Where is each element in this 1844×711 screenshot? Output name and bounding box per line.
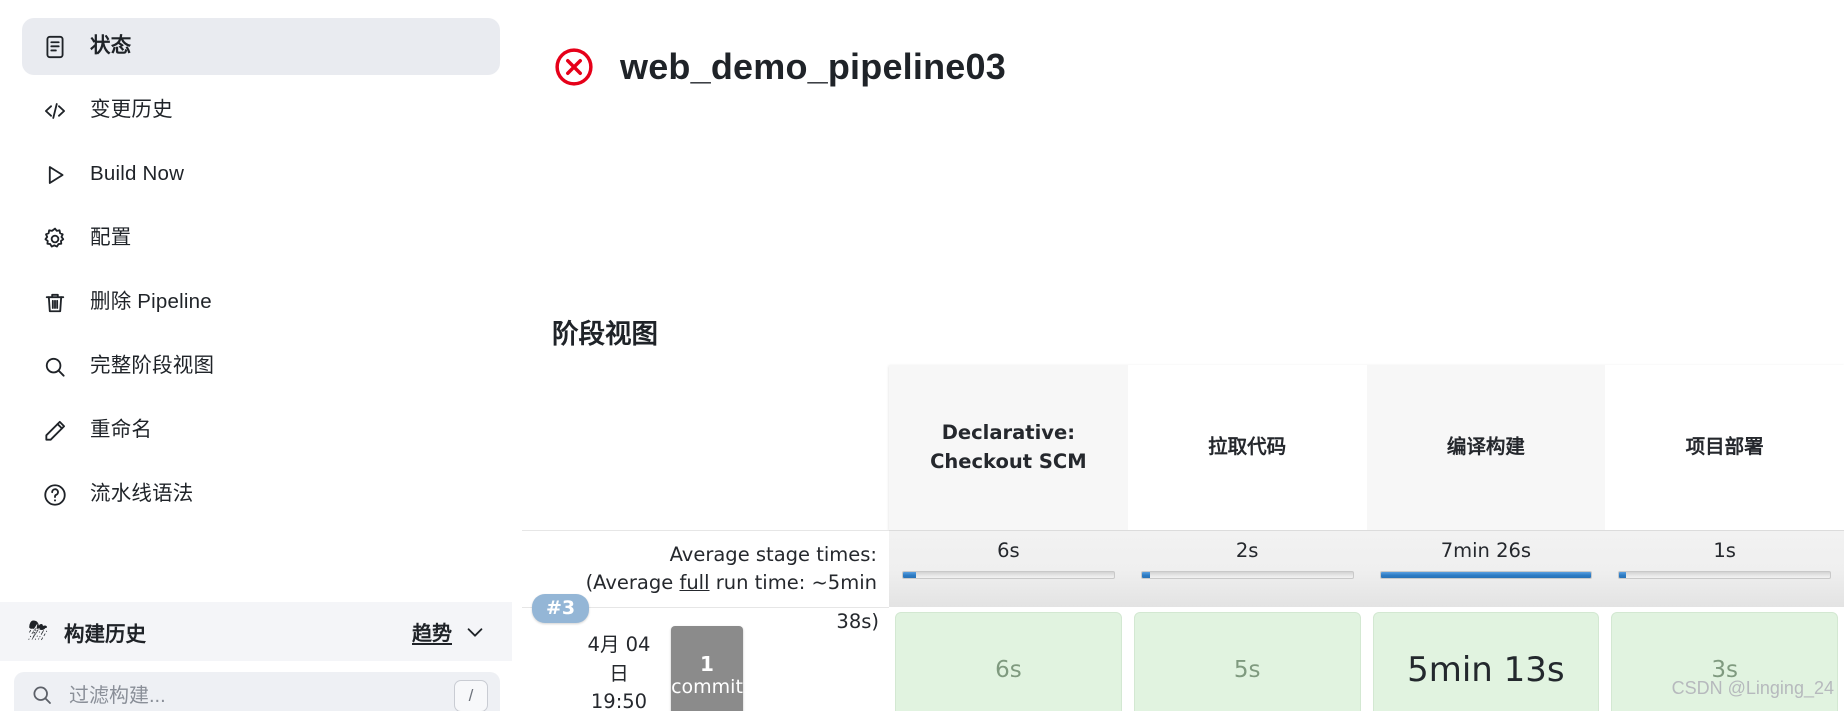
watermark: CSDN @Linging_24 (1671, 678, 1834, 698)
stage-cell[interactable]: 6s (889, 607, 1128, 711)
stage-view-section-title: 阶段视图 (552, 318, 658, 349)
play-triangle-icon (40, 160, 70, 190)
sidebar-item-pipeline-syntax[interactable]: 流水线语法 (22, 466, 500, 523)
average-cell: 6s (889, 530, 1128, 607)
average-bar (1379, 571, 1593, 580)
sidebar-item-rename[interactable]: 重命名 (22, 402, 500, 459)
document-status-icon (40, 32, 70, 62)
error-circle-x-icon (552, 45, 596, 89)
average-time: 1s (1713, 539, 1736, 562)
average-label-line3: 38s) (836, 610, 879, 633)
average-cell: 2s (1127, 530, 1367, 607)
average-stage-times-row: Average stage times: (Average full run t… (522, 530, 1844, 607)
build-history-title: 构建历史 (64, 622, 147, 646)
average-time: 7min 26s (1440, 539, 1532, 562)
page-title: web_demo_pipeline03 (620, 46, 1006, 88)
stage-duration[interactable]: 5min 13s (1372, 612, 1600, 711)
run-time: 19:50 (590, 690, 648, 711)
build-filter-input[interactable] (69, 684, 454, 708)
average-label-line1: Average stage times: (669, 542, 877, 566)
trend-link[interactable]: 趋势 (412, 617, 452, 646)
stage-cell[interactable]: 5min 13s (1367, 607, 1606, 711)
sidebar-item-delete-pipeline[interactable]: 删除 Pipeline (22, 274, 500, 331)
search-icon (30, 683, 56, 709)
sidebar-item-label: Build Now (90, 162, 185, 186)
average-bar-fill (1380, 572, 1592, 579)
commit-count-chip[interactable]: 1 commit (671, 626, 743, 711)
average-cells: 6s 2s 7min 26s 1s (889, 530, 1844, 607)
sidebar-item-label: 完整阶段视图 (90, 354, 215, 378)
run-info-cell[interactable]: #3 38s) 4月 04 日 19:50 1 commit (522, 594, 889, 711)
run-number-badge[interactable]: #3 (532, 594, 590, 623)
sidebar-item-status[interactable]: 状态 (22, 18, 500, 75)
sidebar-item-configure[interactable]: 配置 (22, 210, 500, 267)
average-time: 2s (1235, 539, 1259, 562)
trash-icon (40, 288, 70, 318)
commit-count: 1 (700, 652, 714, 676)
sidebar-item-full-stage-view[interactable]: 完整阶段视图 (22, 338, 500, 395)
average-bar-fill (1141, 572, 1151, 579)
search-icon (40, 352, 70, 382)
sidebar-item-label: 流水线语法 (90, 482, 194, 506)
commit-label: commit (671, 676, 743, 698)
run-timestamp: 4月 04 日 19:50 (567, 608, 671, 711)
build-filter-row[interactable]: / (14, 672, 500, 711)
build-history-header: ⛈ 构建历史 趋势 (0, 602, 512, 661)
run-date: 4月 04 (587, 633, 651, 657)
stage-view-header-cells: Declarative: Checkout SCM 拉取代码 编译构建 项目部署 (889, 365, 1844, 530)
average-bar (902, 571, 1115, 580)
stage-view-header-row: Declarative: Checkout SCM 拉取代码 编译构建 项目部署 (522, 365, 1844, 530)
chevron-down-icon[interactable] (464, 621, 486, 643)
keyboard-shortcut-badge: / (454, 680, 488, 711)
sidebar-item-label: 状态 (90, 34, 132, 58)
sidebar-item-label: 配置 (90, 226, 132, 250)
stage-cell[interactable]: 5s (1128, 607, 1367, 711)
build-history-actions: 趋势 (412, 617, 486, 646)
stage-header-cell[interactable]: 编译构建 (1366, 365, 1606, 530)
stage-view-table: Declarative: Checkout SCM 拉取代码 编译构建 项目部署… (522, 365, 1844, 711)
sidebar-item-label: 删除 Pipeline (90, 290, 212, 314)
average-time: 6s (997, 539, 1020, 562)
stage-header-cell[interactable]: Declarative: Checkout SCM (889, 365, 1128, 530)
code-brackets-icon (40, 96, 70, 126)
cloud-lightning-icon: ⛈ (28, 617, 49, 645)
average-label-line2: (Average full run time: ~5min (585, 571, 877, 594)
sidebar-menu: 状态 变更历史 Build Now 配置 删除 Pipeline 完整阶段视图 … (0, 0, 512, 523)
table-row: #3 38s) 4月 04 日 19:50 1 commit 6s 5s 5mi… (522, 594, 1844, 711)
run-weekday: 日 (609, 661, 629, 685)
average-bar-fill (1619, 572, 1626, 579)
average-bar-fill (903, 572, 916, 579)
average-cell: 7min 26s (1366, 530, 1606, 607)
stage-header-cell[interactable]: 拉取代码 (1127, 365, 1367, 530)
question-circle-icon (40, 480, 70, 510)
average-bar (1618, 571, 1831, 580)
sidebar-item-changes[interactable]: 变更历史 (22, 82, 500, 139)
page-header: web_demo_pipeline03 (552, 22, 1006, 112)
average-cell: 1s (1605, 530, 1844, 607)
stage-duration[interactable]: 5s (1133, 612, 1361, 711)
sidebar-item-label: 重命名 (90, 418, 153, 442)
stage-header-cell[interactable]: 项目部署 (1605, 365, 1844, 530)
average-bar (1140, 571, 1354, 580)
gear-icon (40, 224, 70, 254)
stage-view-header-spacer (522, 365, 889, 530)
sidebar: 状态 变更历史 Build Now 配置 删除 Pipeline 完整阶段视图 … (0, 0, 512, 711)
stage-duration[interactable]: 6s (895, 612, 1122, 711)
pencil-icon (40, 416, 70, 446)
sidebar-item-label: 变更历史 (90, 98, 173, 122)
main-content: web_demo_pipeline03 阶段视图 Declarative: Ch… (512, 0, 1844, 711)
sidebar-item-build-now[interactable]: Build Now (22, 146, 500, 203)
